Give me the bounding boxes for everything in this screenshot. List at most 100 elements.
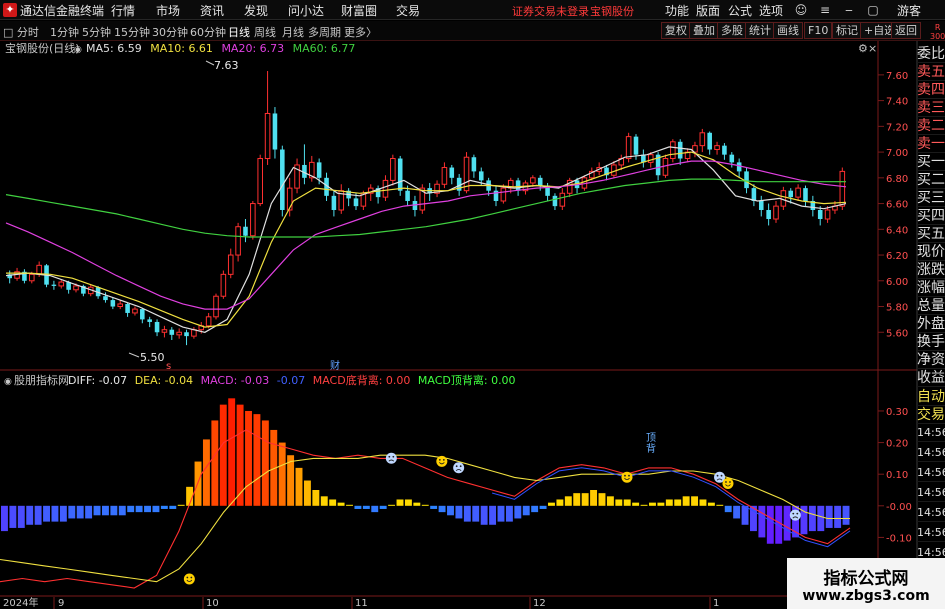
candle-body xyxy=(331,195,337,210)
more-label: 更多 xyxy=(344,26,366,39)
login-notice[interactable]: 证券交易未登录 xyxy=(512,3,589,19)
date-label-jan: 1 xyxy=(713,598,719,609)
quote-row-label: 涨跌 xyxy=(917,262,945,279)
candle-body xyxy=(147,319,152,322)
period-toolbar: □ 分时 1分钟 5分钟 15分钟 30分钟 60分钟 日线 周线 月线 多周期… xyxy=(0,21,945,41)
draw-line-button[interactable]: 画线 xyxy=(773,22,803,39)
menu-item-discover[interactable]: 发现 xyxy=(244,2,268,19)
quote-row-label: 净资 xyxy=(917,352,945,369)
user-icon[interactable]: ☺ xyxy=(792,2,810,18)
period-weekly[interactable]: 周线 xyxy=(254,24,276,40)
menu-item-options[interactable]: 选项 xyxy=(759,2,783,19)
period-realtime[interactable]: □ 分时 xyxy=(3,24,39,40)
date-label-year: 2024年 xyxy=(3,596,38,609)
candle-body xyxy=(537,177,543,186)
macd-bar-negative xyxy=(724,505,732,513)
candle-body xyxy=(714,145,720,151)
quote-tab[interactable]: 自动 xyxy=(917,388,945,406)
multi-stock-button[interactable]: 多股 xyxy=(717,22,747,39)
chart-options-icon[interactable]: ◉ xyxy=(74,45,82,55)
macd-bar-positive xyxy=(303,480,311,506)
candle-body xyxy=(125,303,130,313)
restore-right-button[interactable]: 复权 xyxy=(661,22,691,39)
candle-body xyxy=(243,226,248,236)
menu-item-quotes[interactable]: 行情 xyxy=(111,2,135,19)
f10-button[interactable]: F10 xyxy=(804,22,833,39)
close-chart-icon[interactable]: × xyxy=(868,42,877,55)
menu-item-layout[interactable]: 版面 xyxy=(696,2,720,19)
ma5-name: MA5 xyxy=(86,42,110,55)
settings-icon[interactable]: ⚙ xyxy=(858,42,868,55)
macd-bar-negative xyxy=(825,505,833,528)
finance-marker[interactable]: 财 xyxy=(330,359,340,372)
macd-bar-negative xyxy=(101,505,109,516)
candle-body xyxy=(559,192,566,207)
candle-body xyxy=(176,331,182,336)
macd-bar-positive xyxy=(421,504,429,506)
guest-label[interactable]: 游客 xyxy=(897,2,921,19)
menu-icon[interactable]: ≡ xyxy=(816,2,834,18)
period-15min[interactable]: 15分钟 xyxy=(114,24,150,40)
candle-body xyxy=(382,179,389,198)
mark-button[interactable]: 标记 xyxy=(832,22,862,39)
macd-bar-negative xyxy=(17,505,25,528)
quote-row-label: 买二 xyxy=(917,172,945,189)
macd-bar-negative xyxy=(160,505,168,509)
candle-body xyxy=(795,187,801,198)
candle-body xyxy=(788,190,794,198)
menu-item-news[interactable]: 资讯 xyxy=(200,2,224,19)
indicator-header: ◉ 股朋指标网 DIFF: -0.07 DEA: -0.04 MACD: -0.… xyxy=(4,373,516,387)
candle-body xyxy=(449,167,455,178)
menu-item-wealth[interactable]: 财富圈 xyxy=(341,2,377,19)
macd-bar-negative xyxy=(93,505,101,516)
candle-body xyxy=(707,132,712,150)
trade-time: 14:56 xyxy=(917,484,945,502)
indicator-values: DIFF: -0.07 DEA: -0.04 MACD: -0.03 -0.07… xyxy=(68,373,516,387)
quote-row-label: 买五 xyxy=(917,226,945,243)
menu-item-ask[interactable]: 问小达 xyxy=(288,2,324,19)
overlay-button[interactable]: 叠加 xyxy=(689,22,719,39)
minimize-icon[interactable]: ‒ xyxy=(840,2,858,18)
quote-tab[interactable]: 交易 xyxy=(917,406,945,424)
period-1min[interactable]: 1分钟 xyxy=(50,24,79,40)
date-label-nov: 11 xyxy=(355,598,368,609)
price-tick-label: 6.60 xyxy=(886,200,908,211)
macd-bar-negative xyxy=(489,505,497,525)
menu-item-function[interactable]: 功能 xyxy=(665,2,689,19)
macd-bar-positive xyxy=(388,504,396,506)
period-more[interactable]: 更多〉 xyxy=(344,24,377,40)
face-eye xyxy=(442,458,445,461)
macd-bar-negative xyxy=(152,505,160,513)
back-button[interactable]: 返回 xyxy=(891,22,921,39)
candle-body xyxy=(744,171,749,189)
menu-item-formula[interactable]: 公式 xyxy=(728,2,752,19)
macd-bar-positive xyxy=(177,504,185,506)
macd-bar-positive xyxy=(674,499,682,506)
trade-time: 14:56 xyxy=(917,504,945,522)
period-monthly[interactable]: 月线 xyxy=(282,24,304,40)
candle-body xyxy=(552,195,558,207)
period-60min[interactable]: 60分钟 xyxy=(190,24,226,40)
face-eye xyxy=(628,474,630,477)
smile-face-icon xyxy=(183,573,195,585)
period-5min[interactable]: 5分钟 xyxy=(82,24,111,40)
candle-body xyxy=(103,296,108,301)
menu-item-trade[interactable]: 交易 xyxy=(396,2,420,19)
period-30min[interactable]: 30分钟 xyxy=(152,24,188,40)
menu-item-market[interactable]: 市场 xyxy=(156,2,180,19)
price-tick-label: 7.60 xyxy=(886,71,908,82)
period-multi[interactable]: 多周期 xyxy=(308,24,341,40)
macd-bar-positive xyxy=(346,504,353,506)
macd-bar-negative xyxy=(808,505,816,532)
macd-bar-positive xyxy=(337,502,345,506)
candle-body xyxy=(677,141,683,159)
quote-row-label: 换手 xyxy=(917,334,945,351)
period-daily[interactable]: 日线 xyxy=(228,24,250,40)
macd-bar-positive xyxy=(564,496,572,506)
maximize-icon[interactable]: ▢ xyxy=(864,2,882,18)
statistics-button[interactable]: 统计 xyxy=(745,22,775,39)
chart-area[interactable]: 宝钢股份(日线) ◉ MA5: 6.59 MA10: 6.61 MA20: 6.… xyxy=(0,41,945,609)
macd-bar-negative xyxy=(34,505,42,525)
macd-bar-positive xyxy=(261,420,269,506)
indicator-options-icon[interactable]: ◉ xyxy=(4,377,12,387)
